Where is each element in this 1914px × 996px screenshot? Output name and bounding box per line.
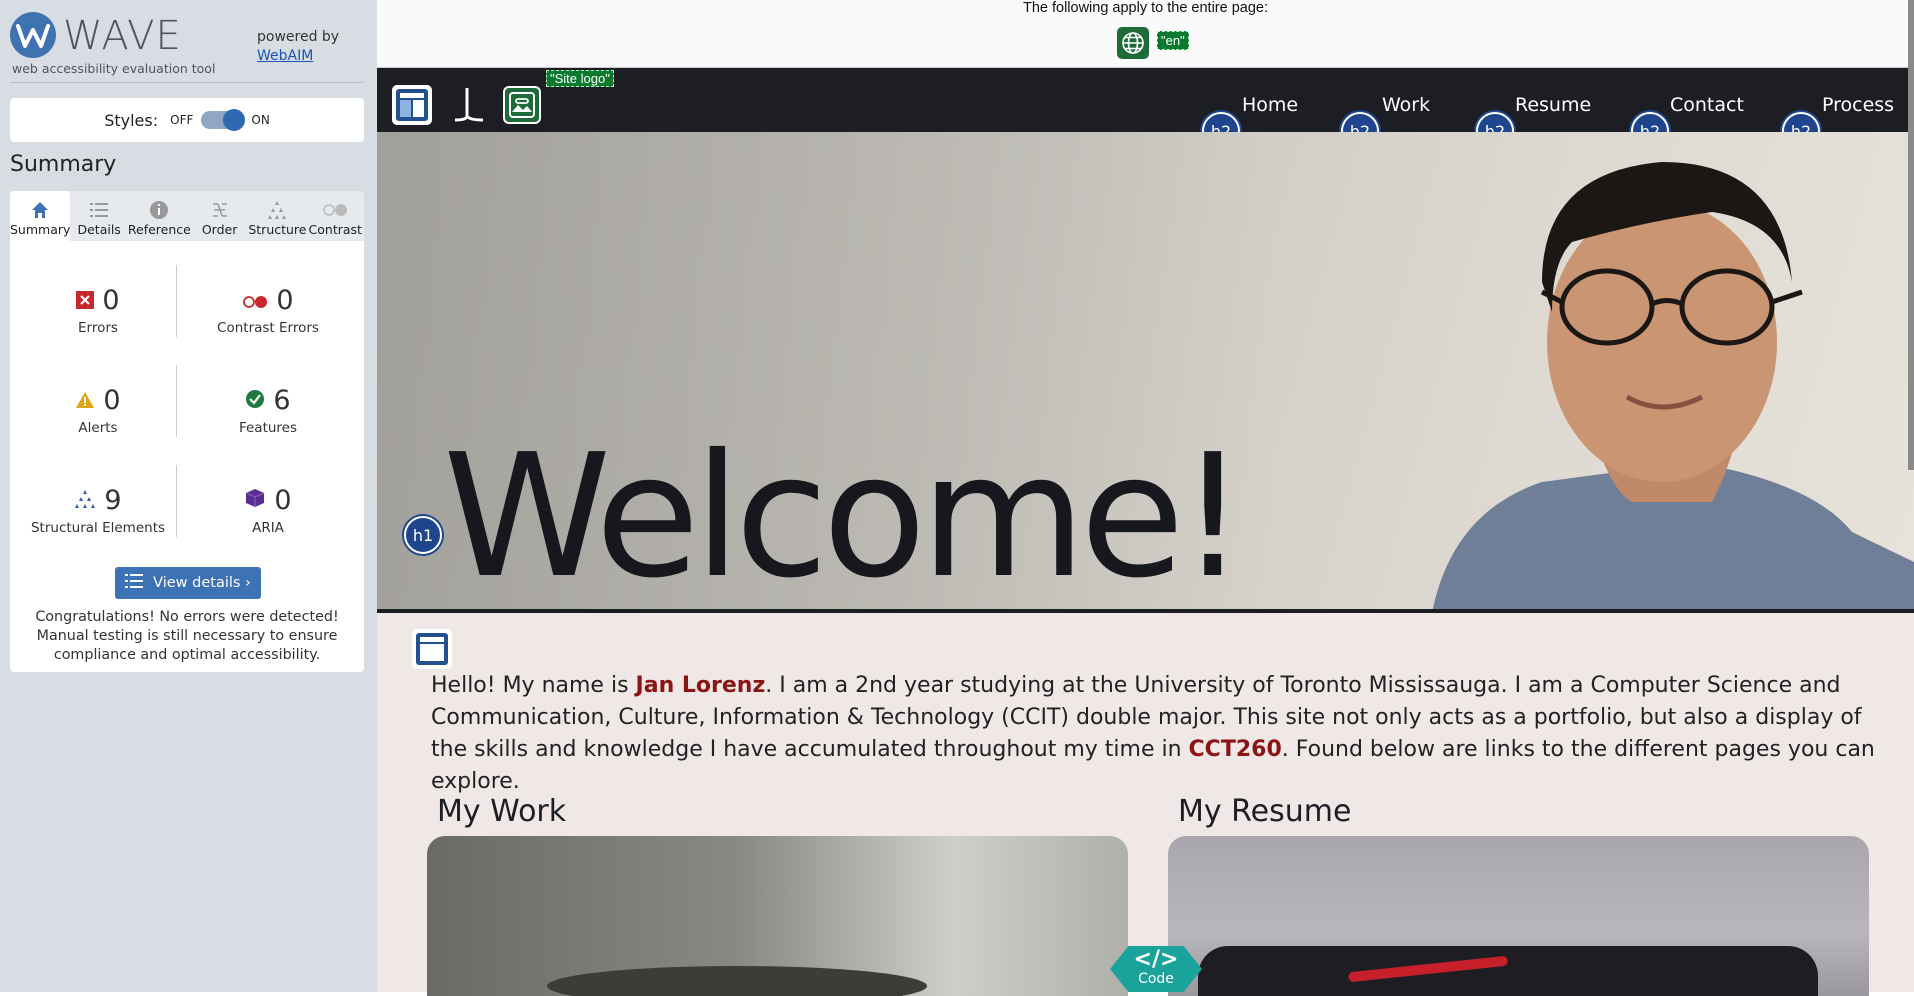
wave-tabs: Summary Details Reference Order Structur… xyxy=(10,191,364,241)
errors-count: 0 xyxy=(102,284,120,316)
tab-reference[interactable]: Reference xyxy=(128,191,191,241)
aria-icon xyxy=(244,485,266,516)
h1-badge[interactable]: h1 xyxy=(404,516,442,554)
structure-icon xyxy=(267,198,287,222)
list-icon xyxy=(125,574,144,592)
webaim-link[interactable]: WebAIM xyxy=(257,47,339,66)
skip-link-icon[interactable] xyxy=(447,84,489,126)
header-region-icon[interactable] xyxy=(391,84,433,126)
nav-resume[interactable]: Resume xyxy=(1515,94,1591,116)
aria-stat[interactable]: 0 ARIA xyxy=(193,483,343,536)
congrats-message: Congratulations! No errors were detected… xyxy=(35,609,339,663)
structural-stat[interactable]: 9 Structural Elements xyxy=(23,483,173,537)
contrast-icon xyxy=(322,198,348,222)
nav-process[interactable]: Process xyxy=(1822,94,1894,116)
card-title-work[interactable]: My Work xyxy=(437,794,566,829)
tab-order[interactable]: Order xyxy=(191,191,248,241)
structural-label: Structural Elements xyxy=(30,520,166,536)
alerts-label: Alerts xyxy=(78,420,118,436)
wave-subtitle: web accessibility evaluation tool xyxy=(12,61,216,76)
code-badge-label: Code xyxy=(1138,971,1174,987)
aria-label: ARIA xyxy=(252,520,284,536)
contrast-errors-count: 0 xyxy=(276,284,294,316)
main-region-icon[interactable] xyxy=(411,628,453,670)
intro-course: CCT260 xyxy=(1188,737,1282,762)
errors-label: Errors xyxy=(78,320,118,336)
tab-summary[interactable]: Summary xyxy=(10,191,71,241)
tab-label: Order xyxy=(201,222,238,237)
alerts-stat[interactable]: 0 Alerts xyxy=(23,383,173,436)
order-icon xyxy=(210,198,230,222)
page-scrollbar[interactable] xyxy=(1908,0,1914,470)
resume-card-photo-detail xyxy=(1198,946,1818,996)
tab-label: Reference xyxy=(127,222,191,237)
styles-toggle[interactable] xyxy=(201,109,246,131)
info-icon xyxy=(149,198,169,222)
divider xyxy=(10,82,363,83)
powered-by-text: powered by xyxy=(257,29,340,45)
structural-count: 9 xyxy=(104,484,122,516)
divider xyxy=(176,465,177,537)
alert-icon xyxy=(75,385,95,416)
document-notice: The following apply to the entire page: xyxy=(1022,0,1269,16)
feature-icon xyxy=(245,385,265,416)
features-count: 6 xyxy=(273,384,291,416)
evaluated-page: The following apply to the entire page: … xyxy=(377,0,1914,996)
styles-on-label: ON xyxy=(251,113,270,127)
styles-off-label: OFF xyxy=(170,113,194,127)
wave-title: WAVE xyxy=(63,13,182,59)
structure-icon xyxy=(74,485,96,516)
list-icon xyxy=(90,198,109,222)
tab-structure[interactable]: Structure xyxy=(248,191,307,241)
divider xyxy=(176,365,177,437)
styles-toggle-box: Styles: OFF ON xyxy=(10,98,364,142)
styles-label: Styles: xyxy=(104,110,159,130)
tab-details[interactable]: Details xyxy=(70,191,127,241)
features-label: Features xyxy=(238,420,298,436)
home-icon xyxy=(31,198,49,222)
language-tag: "en" xyxy=(1157,31,1189,50)
portrait-photo xyxy=(1432,162,1914,609)
tab-label: Summary xyxy=(10,222,71,237)
errors-stat[interactable]: 0 Errors xyxy=(23,283,173,336)
document-features-bar: The following apply to the entire page: … xyxy=(377,0,1914,68)
nav-work[interactable]: Work xyxy=(1382,94,1430,116)
tab-contrast[interactable]: Contrast xyxy=(307,191,364,241)
code-icon: </> xyxy=(1133,947,1179,972)
site-logo-alt-tag: "Site logo" xyxy=(546,70,614,87)
view-details-button[interactable]: View details › xyxy=(115,567,261,599)
summary-heading: Summary xyxy=(10,152,117,177)
features-stat[interactable]: 6 Features xyxy=(193,383,343,437)
resume-card-image[interactable] xyxy=(1168,836,1869,996)
tab-label: Contrast xyxy=(308,222,362,237)
toggle-knob xyxy=(223,109,246,131)
wave-logo-icon xyxy=(10,12,56,58)
contrast-errors-label: Contrast Errors xyxy=(217,320,319,336)
hero-title: Welcome! xyxy=(443,418,1247,613)
intro-text: Hello! My name is xyxy=(431,673,636,698)
intro-name: Jan Lorenz xyxy=(635,673,766,698)
contrast-error-icon xyxy=(242,285,268,316)
summary-panel: 0 Errors 0 Contrast Errors 0 Alerts 6 Fe… xyxy=(10,241,364,672)
work-card-image[interactable] xyxy=(427,836,1128,996)
wave-sidebar: WAVE web accessibility evaluation tool p… xyxy=(0,0,377,992)
intro-paragraph: Hello! My name is Jan Lorenz. I am a 2nd… xyxy=(431,670,1901,798)
alerts-count: 0 xyxy=(103,384,121,416)
hero-banner: Welcome! xyxy=(377,132,1914,613)
nav-home[interactable]: Home xyxy=(1242,94,1298,116)
powered-by: powered by WebAIM xyxy=(257,28,339,66)
nav-contact[interactable]: Contact xyxy=(1670,94,1744,116)
view-details-label: View details › xyxy=(153,575,251,591)
tab-label: Details xyxy=(77,222,121,237)
tab-label: Structure xyxy=(248,222,307,237)
linked-image-icon[interactable] xyxy=(503,86,541,124)
card-title-resume[interactable]: My Resume xyxy=(1178,794,1351,829)
error-icon xyxy=(76,285,95,316)
aria-count: 0 xyxy=(274,484,292,516)
code-badge[interactable]: </> Code xyxy=(1110,946,1202,992)
divider xyxy=(176,265,177,337)
language-globe-icon[interactable] xyxy=(1117,27,1149,59)
contrast-errors-stat[interactable]: 0 Contrast Errors xyxy=(193,283,343,337)
